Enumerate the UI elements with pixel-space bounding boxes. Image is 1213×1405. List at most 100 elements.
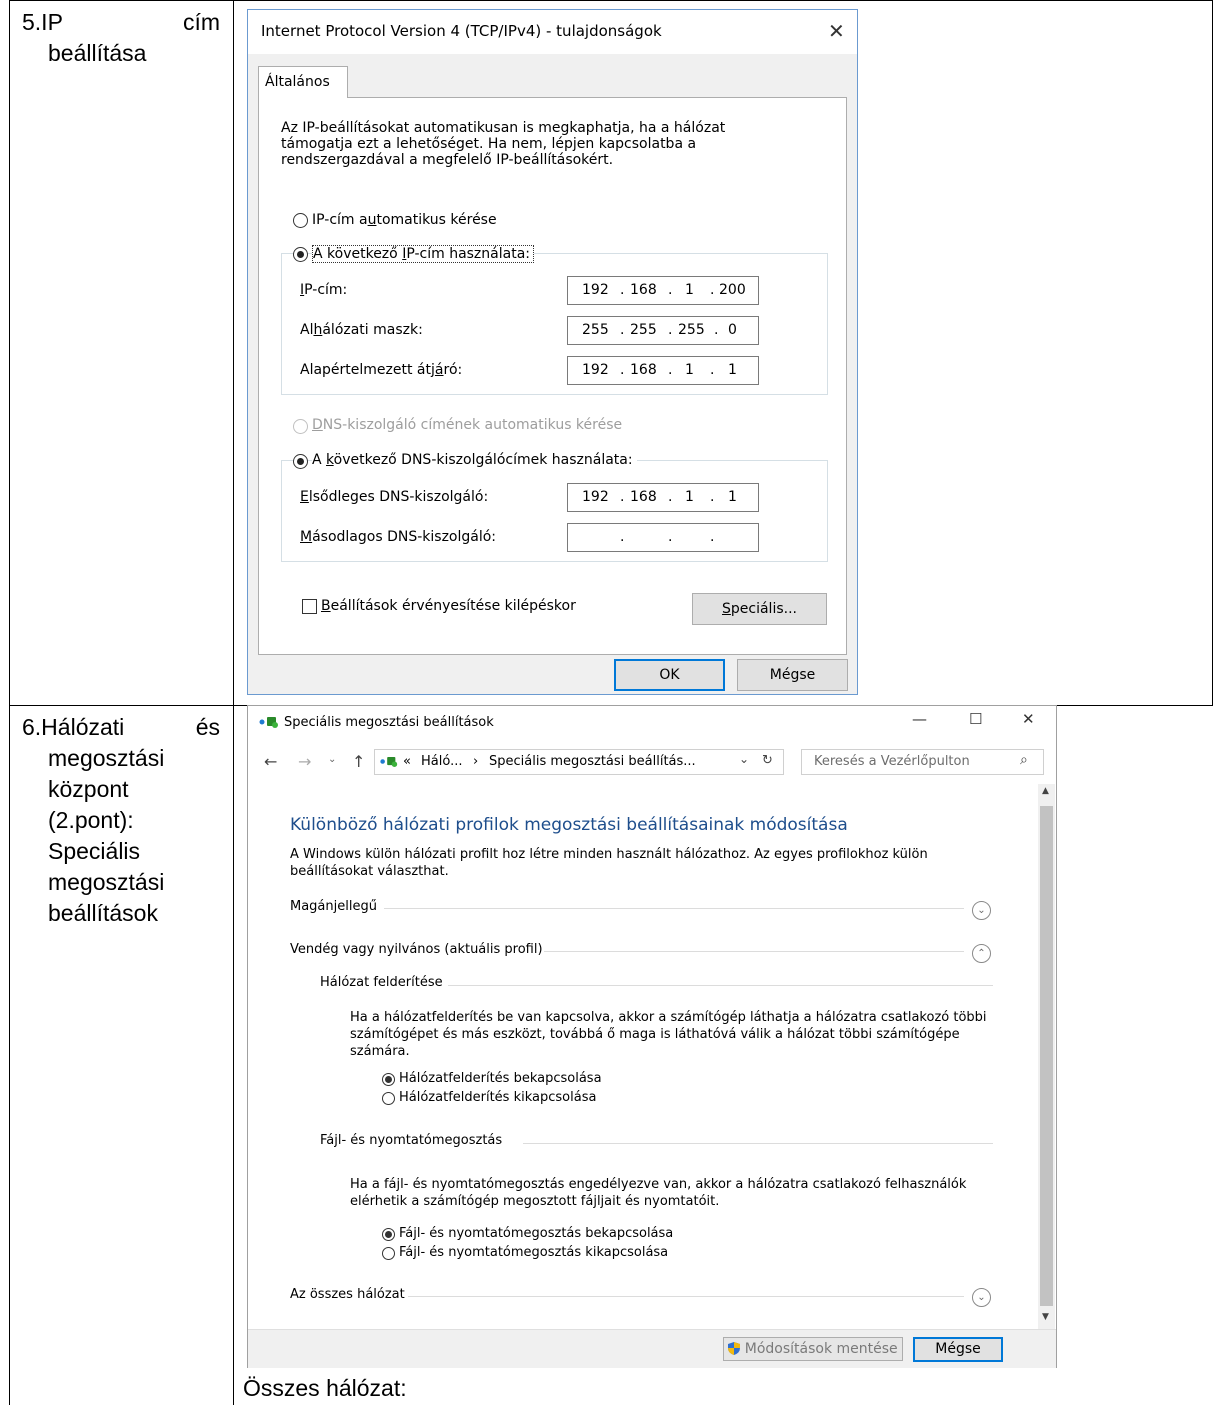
row6-label-line: beállítások bbox=[48, 900, 158, 926]
row6-label-line: (2.pont): bbox=[48, 807, 134, 833]
description-line: A Windows külön hálózati profilt hoz lét… bbox=[290, 847, 928, 862]
row6-label-line: megosztási bbox=[48, 745, 165, 771]
filesharing-text-line: elérhetik a számítógép megosztott fájlja… bbox=[350, 1194, 720, 1209]
row6-label-word: és bbox=[195, 714, 220, 740]
auto-dns-label: DNS-kiszolgáló címének automatikus kérés… bbox=[312, 417, 623, 433]
scroll-up-icon[interactable]: ▲ bbox=[1042, 786, 1049, 796]
profile-private-header[interactable]: Magánjellegű bbox=[290, 899, 377, 914]
gateway-field[interactable]: 192. 168. 1. 1 bbox=[567, 356, 759, 385]
auto-dns-radio bbox=[293, 419, 308, 434]
scroll-thumb[interactable] bbox=[1040, 806, 1053, 1306]
discovery-on-radio[interactable] bbox=[382, 1073, 395, 1086]
filesharing-on-label[interactable]: Fájl- és nyomtatómegosztás bekapcsolása bbox=[399, 1226, 673, 1241]
breadcrumb-separator: › bbox=[473, 754, 479, 769]
filesharing-on-radio[interactable] bbox=[382, 1228, 395, 1241]
discovery-off-radio[interactable] bbox=[382, 1092, 395, 1105]
section-divider bbox=[448, 985, 993, 986]
filesharing-title: Fájl- és nyomtatómegosztás bbox=[320, 1133, 503, 1148]
intro-line: rendszergazdával a megfelelő IP-beállítá… bbox=[281, 152, 614, 168]
ip-address-label: IP-cím: bbox=[300, 282, 348, 298]
dialog-titlebar: Internet Protocol Version 4 (TCP/IPv4) -… bbox=[248, 10, 857, 54]
secondary-dns-field[interactable]: ... bbox=[567, 523, 759, 552]
breadcrumb-network[interactable]: Háló... bbox=[421, 754, 462, 769]
row5-label-line2: beállítása bbox=[48, 40, 147, 66]
back-arrow-icon[interactable]: ← bbox=[264, 752, 277, 771]
window-footer: Módosítások mentése Mégse bbox=[248, 1329, 1056, 1368]
profile-public-header[interactable]: Vendég vagy nyilvános (aktuális profil) bbox=[290, 942, 543, 957]
minimize-icon[interactable]: — bbox=[912, 710, 927, 728]
dialog-title: Internet Protocol Version 4 (TCP/IPv4) -… bbox=[261, 22, 662, 40]
forward-arrow-icon[interactable]: → bbox=[298, 752, 311, 771]
address-bar[interactable]: « Háló... › Speciális megosztási beállít… bbox=[374, 749, 784, 775]
save-changes-label: Módosítások mentése bbox=[744, 1341, 898, 1357]
row5-label-word: cím bbox=[182, 9, 220, 35]
discovery-off-label[interactable]: Hálózatfelderítés kikapcsolása bbox=[399, 1090, 596, 1105]
search-input[interactable]: Keresés a Vezérlőpulton ⌕ bbox=[801, 749, 1044, 775]
all-networks-header[interactable]: Az összes hálózat bbox=[290, 1287, 405, 1302]
search-icon: ⌕ bbox=[1020, 752, 1028, 768]
collapse-chevron-icon[interactable]: ⌃ bbox=[972, 944, 991, 963]
advanced-sharing-window: Speciális megosztási beállítások — ☐ ✕ ←… bbox=[247, 705, 1057, 1368]
tab-general[interactable]: Általános bbox=[258, 66, 348, 98]
expand-chevron-icon[interactable]: ⌄ bbox=[972, 901, 991, 920]
window-title: Speciális megosztási beállítások bbox=[284, 715, 494, 730]
scroll-down-icon[interactable]: ▼ bbox=[1042, 1312, 1049, 1322]
recent-dropdown-icon[interactable]: ⌄ bbox=[328, 754, 336, 765]
discovery-text-line: számítógépet és más eszközt, továbbá ő m… bbox=[350, 1027, 960, 1042]
maximize-icon[interactable]: ☐ bbox=[969, 710, 982, 728]
intro-line: Az IP-beállításokat automatikusan is meg… bbox=[281, 120, 726, 136]
manual-dns-radio[interactable] bbox=[293, 454, 308, 469]
row6-label-number: 6.Hálózati bbox=[22, 714, 125, 740]
auto-ip-radio[interactable] bbox=[293, 213, 308, 228]
up-arrow-icon[interactable]: ↑ bbox=[352, 752, 365, 771]
save-changes-button[interactable]: Módosítások mentése bbox=[723, 1337, 903, 1361]
intro-line: támogatja ezt a lehetőséget. Ha nem, lép… bbox=[281, 136, 697, 152]
tab-general-label: Általános bbox=[265, 74, 330, 90]
network-icon bbox=[379, 755, 399, 772]
filesharing-off-radio[interactable] bbox=[382, 1247, 395, 1260]
table-border-top bbox=[9, 0, 1213, 1]
auto-ip-label[interactable]: IP-cím automatikus kérése bbox=[312, 212, 497, 228]
ok-button[interactable]: OK bbox=[614, 659, 725, 691]
validate-on-exit-label[interactable]: Beállítások érvényesítése kilépéskor bbox=[321, 598, 576, 614]
filesharing-text-line: Ha a fájl- és nyomtatómegosztás engedély… bbox=[350, 1177, 967, 1192]
breadcrumb-overflow[interactable]: « bbox=[403, 754, 411, 769]
ip-address-field[interactable]: 192. 168. 1. 200 bbox=[567, 276, 759, 305]
row5-label-number: 5.IP bbox=[22, 9, 63, 35]
discovery-text-line: számára. bbox=[350, 1044, 410, 1059]
secondary-dns-label: Másodlagos DNS-kiszolgáló: bbox=[300, 529, 497, 545]
discovery-text-line: Ha a hálózatfelderítés be van kapcsolva,… bbox=[350, 1010, 987, 1025]
section-divider bbox=[544, 951, 964, 952]
cancel-button[interactable]: Mégse bbox=[913, 1337, 1003, 1362]
cancel-button[interactable]: Mégse bbox=[737, 659, 848, 691]
vertical-scrollbar[interactable]: ▲ ▼ bbox=[1038, 784, 1055, 1329]
page-heading: Különböző hálózati profilok megosztási b… bbox=[290, 815, 848, 835]
table-column-divider bbox=[233, 0, 234, 1405]
search-placeholder: Keresés a Vezérlőpulton bbox=[814, 754, 970, 769]
ipv4-properties-dialog: Internet Protocol Version 4 (TCP/IPv4) -… bbox=[247, 9, 858, 695]
section-divider bbox=[408, 1296, 964, 1297]
gateway-label: Alapértelmezett átjáró: bbox=[300, 362, 463, 378]
row6-label-line: Speciális bbox=[48, 838, 141, 864]
address-dropdown-icon[interactable]: ⌄ bbox=[739, 752, 749, 766]
subnet-mask-field[interactable]: 255. 255. 255. 0 bbox=[567, 316, 759, 345]
filesharing-off-label[interactable]: Fájl- és nyomtatómegosztás kikapcsolása bbox=[399, 1245, 668, 1260]
row6-label-line: megosztási bbox=[48, 869, 165, 895]
validate-on-exit-checkbox[interactable] bbox=[302, 599, 317, 614]
section-divider bbox=[523, 1143, 993, 1144]
primary-dns-field[interactable]: 192. 168. 1. 1 bbox=[567, 483, 759, 512]
manual-ip-radio[interactable] bbox=[293, 247, 308, 262]
breadcrumb-current[interactable]: Speciális megosztási beállítás... bbox=[489, 754, 696, 769]
refresh-icon[interactable]: ↻ bbox=[762, 753, 773, 768]
discovery-on-label[interactable]: Hálózatfelderítés bekapcsolása bbox=[399, 1071, 602, 1086]
advanced-button[interactable]: Speciális... bbox=[692, 593, 827, 625]
manual-dns-label[interactable]: A következő DNS-kiszolgálócímek használa… bbox=[312, 452, 637, 468]
close-icon[interactable]: ✕ bbox=[1022, 710, 1035, 728]
subnet-mask-label: Alhálózati maszk: bbox=[300, 322, 423, 338]
close-icon[interactable]: ✕ bbox=[828, 19, 845, 43]
row6-label-line: központ bbox=[48, 776, 129, 802]
expand-chevron-icon[interactable]: ⌄ bbox=[972, 1288, 991, 1307]
network-icon bbox=[258, 715, 280, 733]
primary-dns-label: Elsődleges DNS-kiszolgáló: bbox=[300, 489, 489, 505]
manual-ip-label[interactable]: A következő IP-cím használata: bbox=[312, 245, 534, 263]
